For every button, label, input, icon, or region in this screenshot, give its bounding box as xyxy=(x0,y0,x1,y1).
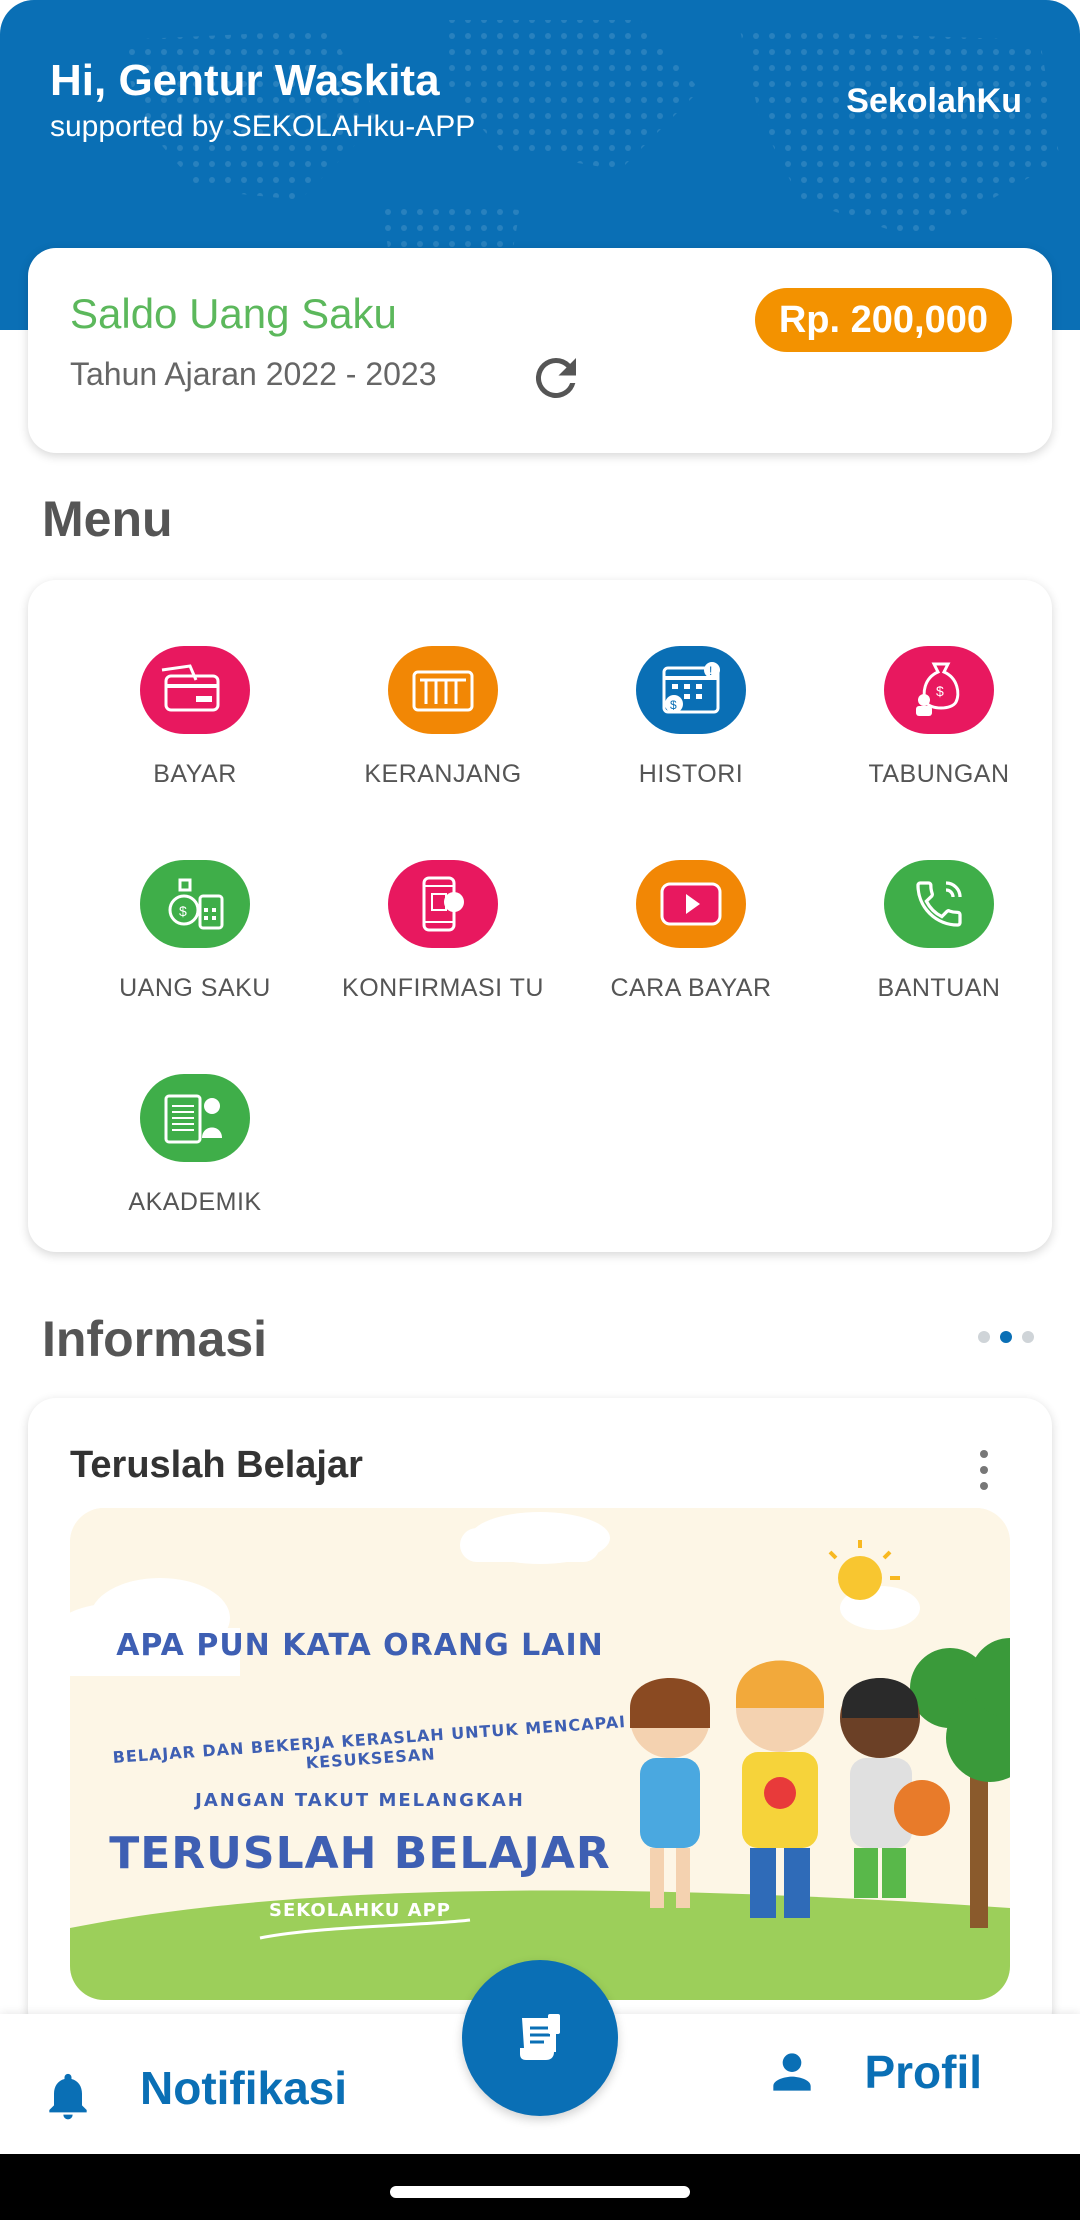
supported-by-text: supported by SEKOLAHku-APP xyxy=(50,110,476,143)
balance-amount-badge: Rp. 200,000 xyxy=(754,288,1012,352)
card-payment-icon xyxy=(140,646,250,734)
balance-title: Saldo Uang Saku xyxy=(70,290,397,337)
receipt-fab-button[interactable] xyxy=(462,1960,618,2116)
carousel-dot[interactable] xyxy=(978,1331,990,1343)
menu-item-label: CARA BAYAR xyxy=(610,974,772,1002)
academic-year: Tahun Ajaran 2022 - 2023 xyxy=(70,356,437,392)
money-calculator-icon: $ xyxy=(140,860,250,948)
menu-item-konfirmasi-tu[interactable]: KONFIRMASI TU xyxy=(318,860,568,1030)
menu-item-akademik[interactable]: AKADEMIK xyxy=(70,1074,320,1244)
svg-text:$: $ xyxy=(179,903,187,919)
nav-notifications-label: Notifikasi xyxy=(140,2062,348,2114)
menu-item-label: BAYAR xyxy=(153,760,237,788)
phone-confirm-icon xyxy=(388,860,498,948)
menu-item-label: BANTUAN xyxy=(877,974,1001,1002)
money-bag-icon: $ xyxy=(884,646,994,734)
svg-text:$: $ xyxy=(936,683,944,699)
carousel-dot-active[interactable] xyxy=(1000,1331,1012,1343)
info-section-title: Informasi xyxy=(42,1311,268,1367)
menu-item-label: HISTORI xyxy=(638,760,744,788)
brand-logo: SekolahKu xyxy=(846,82,1022,120)
refresh-icon[interactable] xyxy=(526,348,586,408)
receipt-icon xyxy=(520,2014,560,2060)
nav-profile-label: Profil xyxy=(864,2046,982,2098)
bell-icon xyxy=(49,2073,87,2120)
banner-app-logo: SEKOLAHKU APP xyxy=(269,1900,451,1921)
academic-report-icon xyxy=(140,1074,250,1162)
carousel-indicator[interactable] xyxy=(978,1331,1034,1343)
menu-item-uang-saku[interactable]: $ UANG SAKU xyxy=(70,860,320,1030)
info-card-title: Teruslah Belajar xyxy=(70,1444,363,1486)
menu-item-cara-bayar[interactable]: CARA BAYAR xyxy=(566,860,816,1030)
nav-notifications[interactable]: Notifikasi xyxy=(40,2050,347,2126)
menu-section-title: Menu xyxy=(42,491,173,547)
banner-text-line1: APA PUN KATA ORANG LAIN xyxy=(116,1628,604,1663)
person-icon xyxy=(773,2053,812,2091)
menu-item-label: UANG SAKU xyxy=(119,974,271,1002)
menu-item-tabungan[interactable]: $ TABUNGAN xyxy=(814,646,1064,816)
calendar-history-icon: $! xyxy=(636,646,746,734)
more-options-icon[interactable] xyxy=(974,1448,994,1492)
menu-item-keranjang[interactable]: KERANJANG xyxy=(318,646,568,816)
banner-text-line3: JANGAN TAKUT MELANGKAH xyxy=(195,1790,525,1811)
info-banner-image[interactable]: APA PUN KATA ORANG LAIN BELAJAR DAN BEKE… xyxy=(70,1508,1010,2000)
menu-item-bantuan[interactable]: BANTUAN xyxy=(814,860,1064,1030)
menu-item-label: AKADEMIK xyxy=(128,1188,262,1216)
carousel-dot[interactable] xyxy=(1022,1331,1034,1343)
balance-card: Saldo Uang Saku Tahun Ajaran 2022 - 2023… xyxy=(28,248,1052,453)
home-indicator[interactable] xyxy=(390,2186,690,2198)
video-play-icon xyxy=(636,860,746,948)
info-card[interactable]: Teruslah Belajar APA PUN KATA ORANG LAIN… xyxy=(28,1398,1052,2038)
greeting-text: Hi, Gentur Waskita xyxy=(50,56,440,105)
menu-item-label: TABUNGAN xyxy=(868,760,1010,788)
menu-card: BAYAR KERANJANG $! HISTORI $ TABUNGAN $ … xyxy=(28,580,1052,1252)
menu-item-label: KONFIRMASI TU xyxy=(342,974,544,1002)
banner-headline: TERUSLAH BELAJAR xyxy=(109,1828,611,1879)
menu-item-bayar[interactable]: BAYAR xyxy=(70,646,320,816)
menu-item-label: KERANJANG xyxy=(364,760,522,788)
menu-item-histori[interactable]: $! HISTORI xyxy=(566,646,816,816)
svg-text:$: $ xyxy=(670,698,677,712)
svg-text:!: ! xyxy=(709,664,712,678)
cart-icon xyxy=(388,646,498,734)
nav-profile[interactable]: Profil xyxy=(764,2044,982,2100)
phone-call-icon xyxy=(884,860,994,948)
